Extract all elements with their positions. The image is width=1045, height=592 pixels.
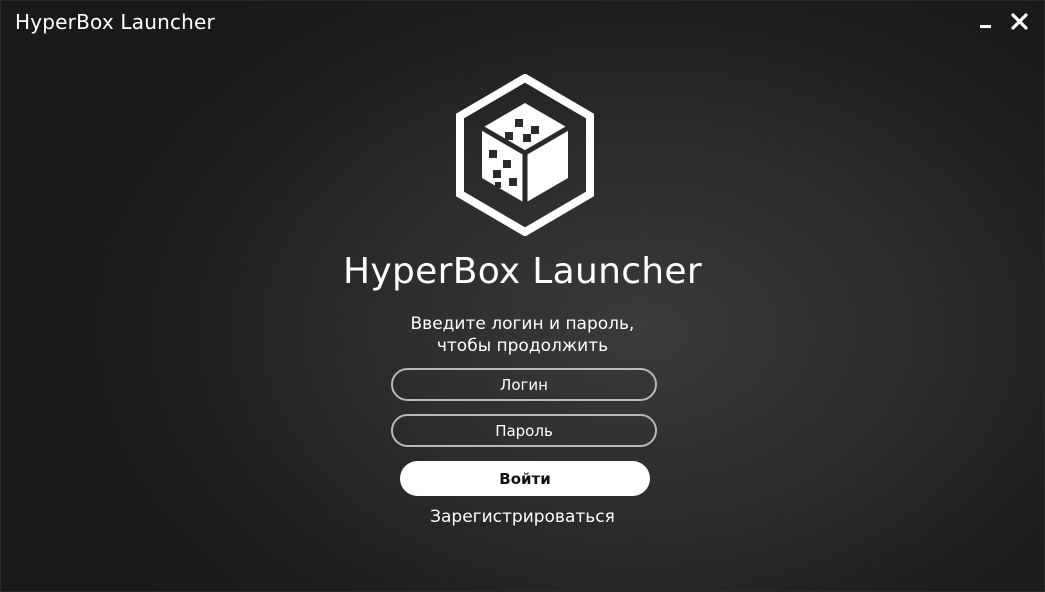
minimize-button[interactable] bbox=[977, 11, 999, 33]
hexagon-cube-logo-icon bbox=[456, 74, 594, 236]
launcher-window: HyperBox Launcher HyperBox Launcher Введ… bbox=[0, 0, 1045, 592]
login-prompt: Введите логин и пароль, чтобы продолжить bbox=[1, 313, 1044, 357]
close-icon bbox=[1011, 13, 1028, 30]
close-button[interactable] bbox=[1009, 11, 1031, 33]
title-bar[interactable]: HyperBox Launcher bbox=[1, 1, 1044, 45]
minimize-icon bbox=[980, 25, 991, 28]
register-link[interactable]: Зарегистрироваться bbox=[1, 507, 1044, 527]
login-input[interactable] bbox=[391, 368, 657, 401]
window-title: HyperBox Launcher bbox=[15, 10, 215, 34]
prompt-line-1: Введите логин и пароль, bbox=[410, 314, 635, 334]
password-input[interactable] bbox=[391, 414, 657, 447]
app-name-heading: HyperBox Launcher bbox=[343, 251, 702, 292]
login-button[interactable]: Войти bbox=[400, 461, 650, 496]
prompt-line-2: чтобы продолжить bbox=[436, 336, 609, 356]
